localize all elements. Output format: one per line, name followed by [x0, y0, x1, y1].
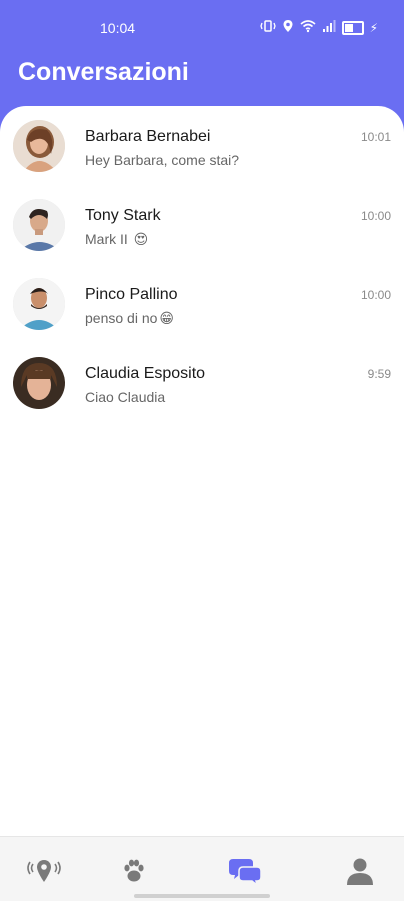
last-message: Hey Barbara, come stai?: [85, 152, 240, 168]
message-time: 10:01: [360, 130, 391, 144]
last-message: penso di no 😁: [85, 310, 175, 326]
contact-name: Claudia Esposito: [85, 365, 206, 382]
conversation-list: Barbara Bernabei Hey Barbara, come stai?…: [0, 106, 404, 836]
contact-name: Barbara Bernabei: [85, 128, 211, 145]
battery-icon: [341, 20, 364, 35]
paw-icon: [124, 859, 144, 882]
contact-name: Pinco Pallino: [85, 286, 178, 303]
conversation-item[interactable]: Claudia Esposito Ciao Claudia 9:59: [0, 343, 404, 422]
nav-pets[interactable]: [114, 851, 154, 891]
conversation-item[interactable]: Pinco Pallino penso di no 😁 10:00: [0, 264, 404, 343]
location-status-icon: [282, 19, 294, 36]
page-title: Conversazioni: [18, 58, 189, 86]
conversation-item[interactable]: Tony Stark Mark II 😍 10:00: [0, 185, 404, 264]
home-indicator: [134, 894, 270, 898]
wifi-icon: [300, 19, 316, 36]
avatar: [13, 278, 65, 330]
emoji: 😍: [133, 231, 149, 247]
chat-bubbles-icon: [229, 859, 262, 887]
last-message: Mark II 😍: [85, 231, 149, 247]
nav-profile[interactable]: [340, 851, 380, 891]
contact-name: Tony Stark: [85, 207, 161, 224]
profile-icon: [347, 858, 373, 885]
avatar: [13, 199, 65, 251]
avatar: [13, 120, 65, 172]
status-icons: ⚡: [259, 19, 378, 36]
avatar: [13, 357, 65, 409]
charging-icon: ⚡: [369, 20, 378, 35]
bottom-navigation: [0, 836, 404, 901]
message-time: 10:00: [360, 288, 391, 302]
signal-icon: [322, 19, 336, 36]
conversation-item[interactable]: Barbara Bernabei Hey Barbara, come stai?…: [0, 106, 404, 185]
message-time: 10:00: [360, 209, 391, 223]
emoji: 😁: [159, 310, 175, 326]
nav-location[interactable]: [24, 851, 64, 891]
message-time: 9:59: [367, 367, 391, 381]
vibrate-icon: [259, 19, 276, 36]
status-bar: 10:04 ⚡: [0, 0, 404, 56]
status-time: 10:04: [100, 20, 136, 36]
last-message: Ciao Claudia: [85, 389, 166, 405]
nav-chat[interactable]: [226, 851, 266, 891]
location-icon: [27, 860, 61, 882]
